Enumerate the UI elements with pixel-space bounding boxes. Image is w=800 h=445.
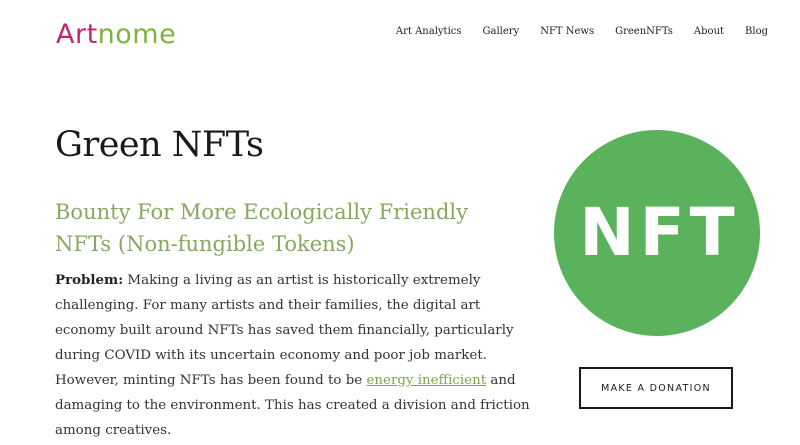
page-title: Green NFTs xyxy=(55,125,264,165)
nav-item-art-analytics[interactable]: Art Analytics xyxy=(396,24,462,40)
page-subtitle: Bounty For More Ecologically Friendly NF… xyxy=(55,200,468,256)
nft-badge-image: NFT xyxy=(554,130,760,336)
nft-badge-text: NFT xyxy=(579,194,740,271)
nav-item-greennfts[interactable]: GreenNFTs xyxy=(615,24,673,40)
problem-text-part-1: Making a living as an artist is historic… xyxy=(55,273,514,388)
energy-inefficient-link[interactable]: energy inefficient xyxy=(366,373,486,388)
nav-item-nft-news[interactable]: NFT News xyxy=(540,24,594,40)
nav-item-gallery[interactable]: Gallery xyxy=(483,24,520,40)
logo-part-nome: nome xyxy=(97,19,177,50)
artnome-logo[interactable]: Artnome xyxy=(56,18,176,52)
main-nav: Art Analytics Gallery NFT News GreenNFTs… xyxy=(396,24,768,40)
problem-paragraph: Problem: Making a living as an artist is… xyxy=(55,268,535,443)
nav-item-blog[interactable]: Blog xyxy=(745,24,768,40)
logo-part-art: Art xyxy=(56,19,98,50)
nav-item-about[interactable]: About xyxy=(694,24,724,40)
make-donation-button[interactable]: MAKE A DONATION xyxy=(579,367,733,409)
problem-label: Problem: xyxy=(55,272,124,288)
